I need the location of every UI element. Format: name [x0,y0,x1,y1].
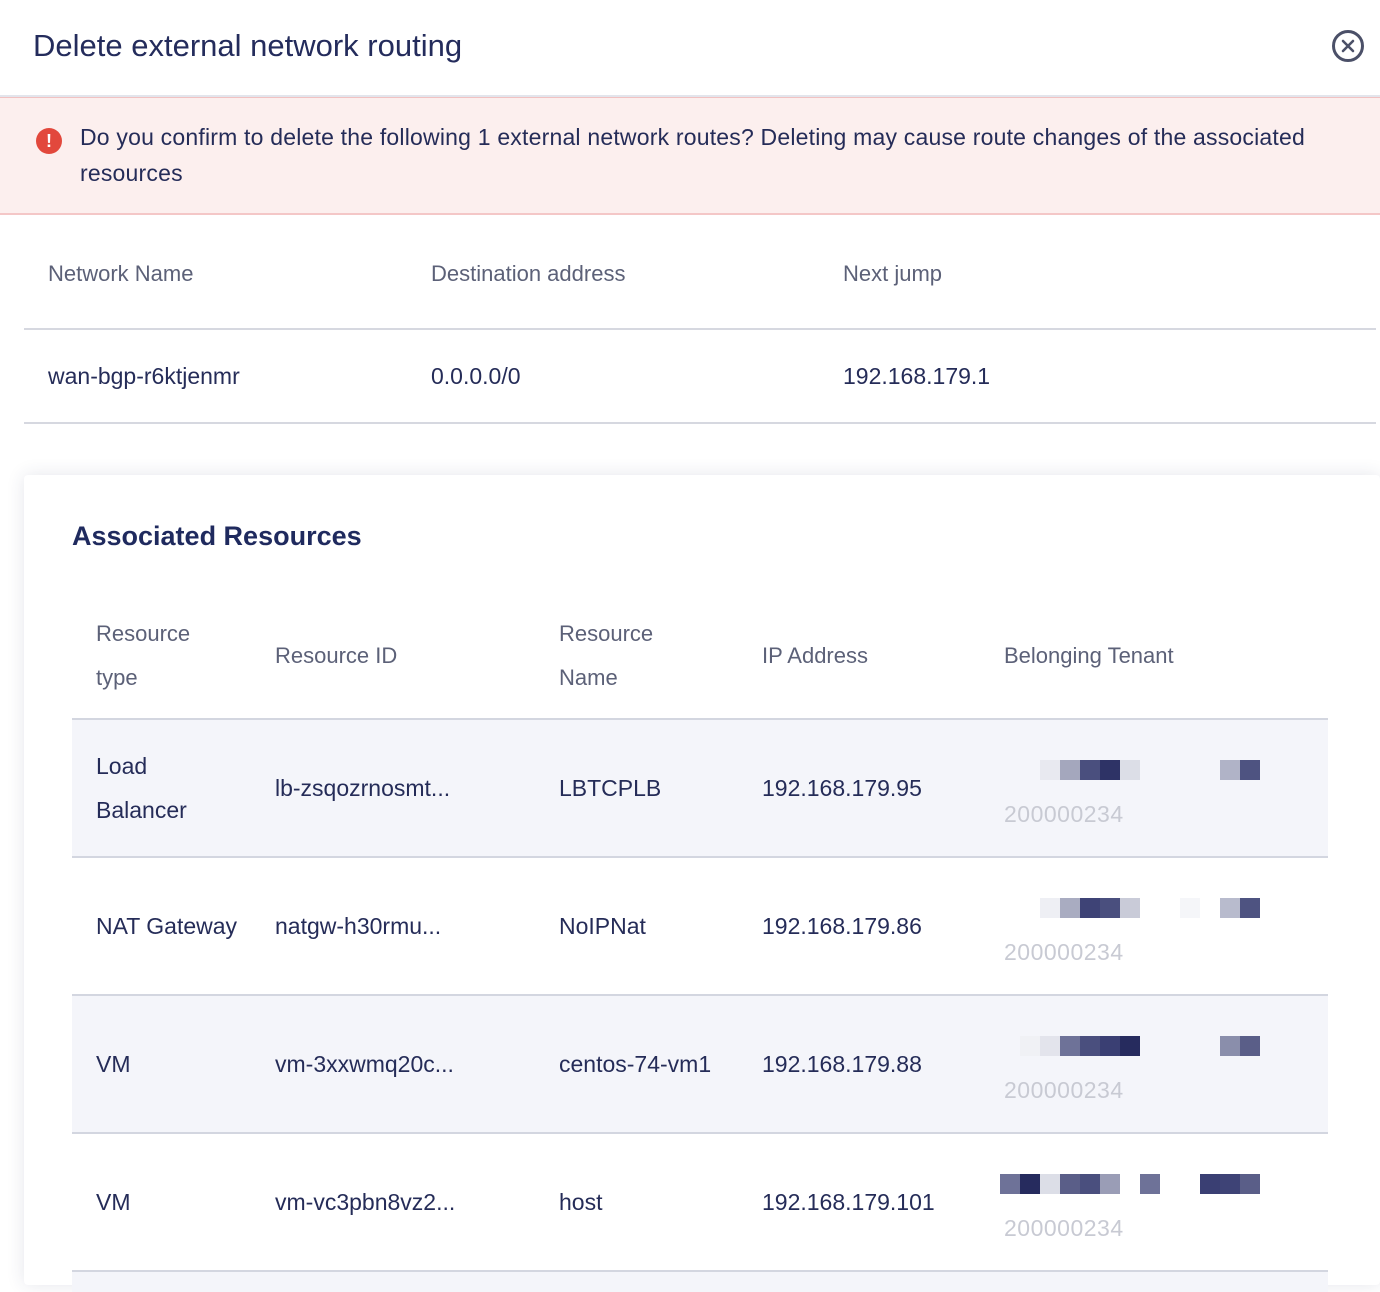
tenant-id: 200000234 [1004,1077,1124,1103]
tenant-cell: 200000234 [1004,720,1328,856]
resource-id-cell[interactable]: lb-zsqozrnosmt... [275,766,559,810]
tenant-cell: 200000234 [1004,996,1328,1132]
network-name-cell: wan-bgp-r6ktjenmr [48,362,240,389]
column-header-network-name: Network Name [48,260,194,286]
redacted-tenant-name [1004,1036,1304,1056]
resource-id-cell[interactable]: vm-3xxwmq20c... [275,1042,559,1086]
associated-resources-panel: Associated Resources Resource type Resou… [24,475,1380,1292]
route-table: Network Name Destination address Next ju… [24,215,1376,424]
redacted-tenant-name [1004,898,1304,918]
column-header-destination: Destination address [431,260,626,286]
tenant-cell: 200000234 [1004,858,1328,994]
associated-resources-table: Resource type Resource ID Resource Name … [72,593,1328,1292]
table-row: VM vm-3xxwmq20c... centos-74-vm1 192.168… [72,996,1328,1134]
column-header-ip-address: IP Address [762,642,868,668]
warning-alert: ! Do you confirm to delete the following… [0,97,1380,215]
dialog-title: Delete external network routing [33,27,463,63]
close-icon[interactable] [1332,29,1364,62]
resource-type-cell: VM [96,1051,131,1077]
column-header-resource-type: Resource type [96,620,191,690]
resource-name-cell: LBTCPLB [559,775,662,801]
tenant-id: 200000234 [1004,801,1124,827]
table-row: VM vm-vc3pbn8vz2... host 192.168.179.101… [72,1134,1328,1272]
exclamation-circle-icon: ! [36,128,62,154]
redacted-tenant-name [1000,1174,1304,1194]
associated-table-header: Resource type Resource ID Resource Name … [72,593,1328,720]
associated-resources-title: Associated Resources [72,521,362,551]
ip-address-cell: 192.168.179.88 [762,1051,922,1077]
column-header-resource-name: Resource Name [559,620,654,690]
destination-cell: 0.0.0.0/0 [431,362,521,389]
ip-address-cell: 192.168.179.101 [762,1189,935,1215]
resource-name-cell: NoIPNat [559,913,646,939]
resource-type-cell: NAT Gateway [96,913,238,939]
tenant-id: 200000234 [1004,1215,1124,1241]
column-header-tenant: Belonging Tenant [1004,642,1174,668]
column-header-resource-id: Resource ID [275,642,398,668]
column-header-next-jump: Next jump [843,260,943,286]
resource-name-cell: host [559,1189,603,1215]
redacted-tenant-name [1004,760,1304,780]
tenant-cell: 200000234 [1000,1134,1328,1270]
table-row-partial [72,1272,1328,1292]
table-row: NAT Gateway natgw-h30rmu... NoIPNat 192.… [72,858,1328,996]
route-table-header: Network Name Destination address Next ju… [24,215,1376,330]
resource-id-cell[interactable]: natgw-h30rmu... [275,904,559,948]
resource-name-cell: centos-74-vm1 [559,1051,712,1077]
resource-type-cell: Load Balancer [96,753,187,823]
table-row: Load Balancer lb-zsqozrnosmt... LBTCPLB … [72,720,1328,858]
ip-address-cell: 192.168.179.95 [762,775,922,801]
tenant-id: 200000234 [1004,939,1124,965]
resource-id-cell[interactable]: vm-vc3pbn8vz2... [275,1180,559,1224]
alert-message: Do you confirm to delete the following 1… [80,124,1305,186]
resource-type-cell: VM [96,1189,131,1215]
dialog-header: Delete external network routing [0,0,1380,97]
table-row: wan-bgp-r6ktjenmr 0.0.0.0/0 192.168.179.… [24,330,1376,424]
ip-address-cell: 192.168.179.86 [762,913,922,939]
next-jump-cell: 192.168.179.1 [843,362,991,389]
